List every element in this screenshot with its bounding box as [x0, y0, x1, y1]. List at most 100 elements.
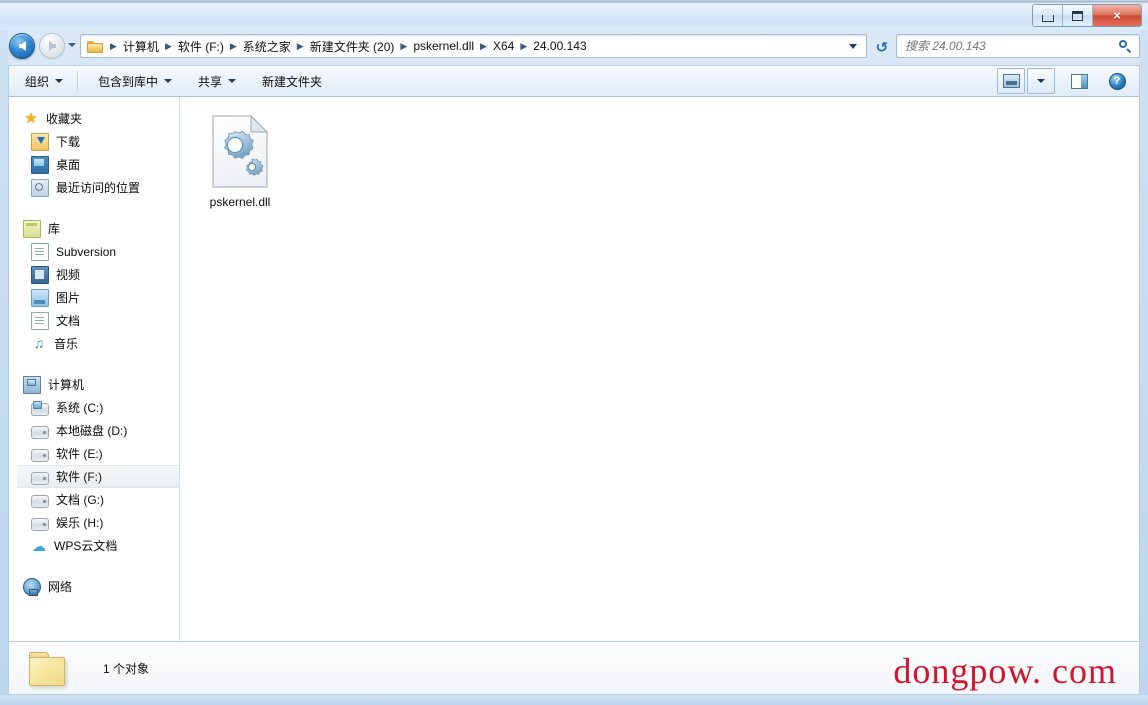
picture-icon: [31, 288, 49, 307]
sidebar-item-pictures[interactable]: 图片: [9, 286, 179, 309]
drive-icon: [31, 425, 49, 439]
sidebar-item-label: 本地磁盘 (D:): [56, 423, 128, 438]
breadcrumb-item-newfolder[interactable]: 新建文件夹 (20): [309, 36, 396, 57]
view-mode-dropdown[interactable]: [1027, 68, 1055, 94]
sidebar-item-label: 娱乐 (H:): [56, 515, 104, 530]
explorer-body: ★ 收藏夹 下载 桌面 最近访问的位置 库 Subversion 视频 图片 文…: [8, 97, 1140, 642]
breadcrumb-item-version[interactable]: 24.00.143: [532, 37, 587, 55]
list-item[interactable]: pskernel.dll: [194, 109, 286, 213]
computer-icon: [23, 375, 41, 394]
sidebar-item-recent-places[interactable]: 最近访问的位置: [9, 176, 179, 199]
sidebar-item-computer[interactable]: 计算机: [9, 373, 179, 396]
sidebar-item-label: 视频: [56, 267, 81, 282]
toolbar-label: 包含到库中: [98, 74, 159, 89]
breadcrumb-item-drive-f[interactable]: 软件 (F:): [177, 36, 225, 57]
breadcrumb-separator: ▶: [164, 40, 172, 51]
history-dropdown-icon[interactable]: [68, 43, 76, 47]
chevron-down-icon: [228, 79, 237, 83]
cloud-icon: ☁: [32, 537, 46, 554]
breadcrumb-item-computer[interactable]: 计算机: [122, 36, 160, 57]
toolbar-item-include-in-library[interactable]: 包含到库中: [88, 68, 182, 94]
search-box[interactable]: [896, 34, 1140, 58]
minimize-button[interactable]: [1033, 5, 1063, 26]
window-controls: ×: [1032, 4, 1142, 27]
document-icon: [31, 311, 49, 330]
sidebar-item-label: 下载: [56, 134, 81, 149]
sidebar-item-downloads[interactable]: 下载: [9, 130, 179, 153]
sidebar-item-videos[interactable]: 视频: [9, 263, 179, 286]
sidebar-item-label: 系统 (C:): [56, 400, 104, 415]
breadcrumb-separator: ▶: [229, 40, 237, 51]
toolbar-item-organize[interactable]: 组织: [15, 68, 73, 94]
search-icon: [1119, 39, 1132, 53]
sidebar-item-label: 图片: [56, 290, 81, 305]
close-icon: ×: [1113, 8, 1121, 23]
navigation-pane[interactable]: ★ 收藏夹 下载 桌面 最近访问的位置 库 Subversion 视频 图片 文…: [9, 97, 179, 641]
explorer-window: × ▶ 计算机 ▶ 软件 (F:) ▶ 系统之家 ▶ 新建文件夹 (20) ▶ …: [0, 0, 1148, 705]
search-input[interactable]: [897, 38, 1107, 54]
music-icon: ♫: [33, 334, 45, 351]
chevron-down-icon: [164, 79, 173, 83]
file-list[interactable]: pskernel.dll: [180, 97, 1139, 641]
breadcrumb-item-x64[interactable]: X64: [492, 37, 515, 55]
window-frame-bottom: [0, 695, 1148, 705]
sidebar-item-drive-c[interactable]: 系统 (C:): [9, 396, 179, 419]
maximize-icon: [1072, 10, 1083, 21]
watermark: dongpow. com: [893, 651, 1117, 691]
help-button[interactable]: ?: [1103, 68, 1131, 94]
arrow-right-icon: [48, 41, 56, 51]
nav-group-favorites: ★ 收藏夹 下载 桌面 最近访问的位置: [9, 107, 179, 199]
sidebar-item-drive-g[interactable]: 文档 (G:): [9, 488, 179, 511]
close-button[interactable]: ×: [1093, 5, 1141, 26]
breadcrumb[interactable]: ▶ 计算机 ▶ 软件 (F:) ▶ 系统之家 ▶ 新建文件夹 (20) ▶ ps…: [80, 34, 867, 58]
sidebar-item-drive-f[interactable]: 软件 (F:): [17, 465, 179, 488]
sidebar-item-label: 计算机: [48, 377, 85, 392]
system-drive-icon: [31, 400, 49, 416]
command-toolbar: 组织 包含到库中 共享 新建文件夹 ?: [8, 65, 1140, 97]
sidebar-item-libraries[interactable]: 库: [9, 217, 179, 240]
recent-places-icon: [31, 178, 49, 197]
sidebar-item-wps-cloud[interactable]: ☁ WPS云文档: [9, 534, 179, 557]
maximize-button[interactable]: [1063, 5, 1093, 26]
sidebar-item-network[interactable]: 网络: [9, 575, 179, 598]
sidebar-item-label: 库: [48, 221, 61, 236]
preview-pane-button[interactable]: [1065, 68, 1093, 94]
sidebar-item-label: Subversion: [56, 244, 117, 259]
toolbar-label: 新建文件夹: [262, 74, 323, 89]
back-button[interactable]: [9, 33, 35, 59]
breadcrumb-separator: ▶: [400, 40, 408, 51]
forward-button[interactable]: [39, 33, 65, 59]
downloads-icon: [31, 132, 49, 151]
nav-group-network: 网络: [9, 575, 179, 598]
dll-gear-icon: [211, 114, 269, 189]
sidebar-item-desktop[interactable]: 桌面: [9, 153, 179, 176]
breadcrumb-separator: ▶: [110, 40, 117, 51]
sidebar-item-label: 最近访问的位置: [56, 180, 141, 195]
sidebar-item-label: 音乐: [54, 336, 79, 351]
breadcrumb-dropdown[interactable]: [849, 43, 866, 49]
toolbar-item-share[interactable]: 共享: [188, 68, 246, 94]
arrow-left-icon: [18, 41, 26, 51]
sidebar-item-documents[interactable]: 文档: [9, 309, 179, 332]
sidebar-item-drive-d[interactable]: 本地磁盘 (D:): [9, 419, 179, 442]
refresh-icon: ↺: [875, 39, 889, 55]
toolbar-separator: [77, 71, 79, 91]
sidebar-item-music[interactable]: ♫ 音乐: [9, 332, 179, 355]
window-frame-right: [1140, 30, 1148, 705]
sidebar-item-drive-h[interactable]: 娱乐 (H:): [9, 511, 179, 534]
sidebar-item-subversion[interactable]: Subversion: [9, 240, 179, 263]
breadcrumb-item-pskernel[interactable]: pskernel.dll: [412, 37, 475, 55]
breadcrumb-item-xtzj[interactable]: 系统之家: [242, 36, 292, 57]
toolbar-label: 共享: [198, 74, 223, 89]
minimize-icon: [1041, 14, 1054, 22]
toolbar-item-new-folder[interactable]: 新建文件夹: [252, 68, 332, 94]
preview-pane-icon: [1070, 73, 1088, 89]
sidebar-item-label: 收藏夹: [46, 111, 83, 126]
sidebar-item-drive-e[interactable]: 软件 (E:): [9, 442, 179, 465]
sidebar-item-label: 桌面: [56, 157, 81, 172]
view-mode-button[interactable]: [997, 68, 1025, 94]
breadcrumb-separator: ▶: [480, 40, 487, 51]
refresh-button[interactable]: ↺: [869, 34, 895, 60]
sidebar-item-favorites[interactable]: ★ 收藏夹: [9, 107, 179, 130]
nav-group-computer: 计算机 系统 (C:) 本地磁盘 (D:) 软件 (E:) 软件 (F:) 文档…: [9, 373, 179, 557]
